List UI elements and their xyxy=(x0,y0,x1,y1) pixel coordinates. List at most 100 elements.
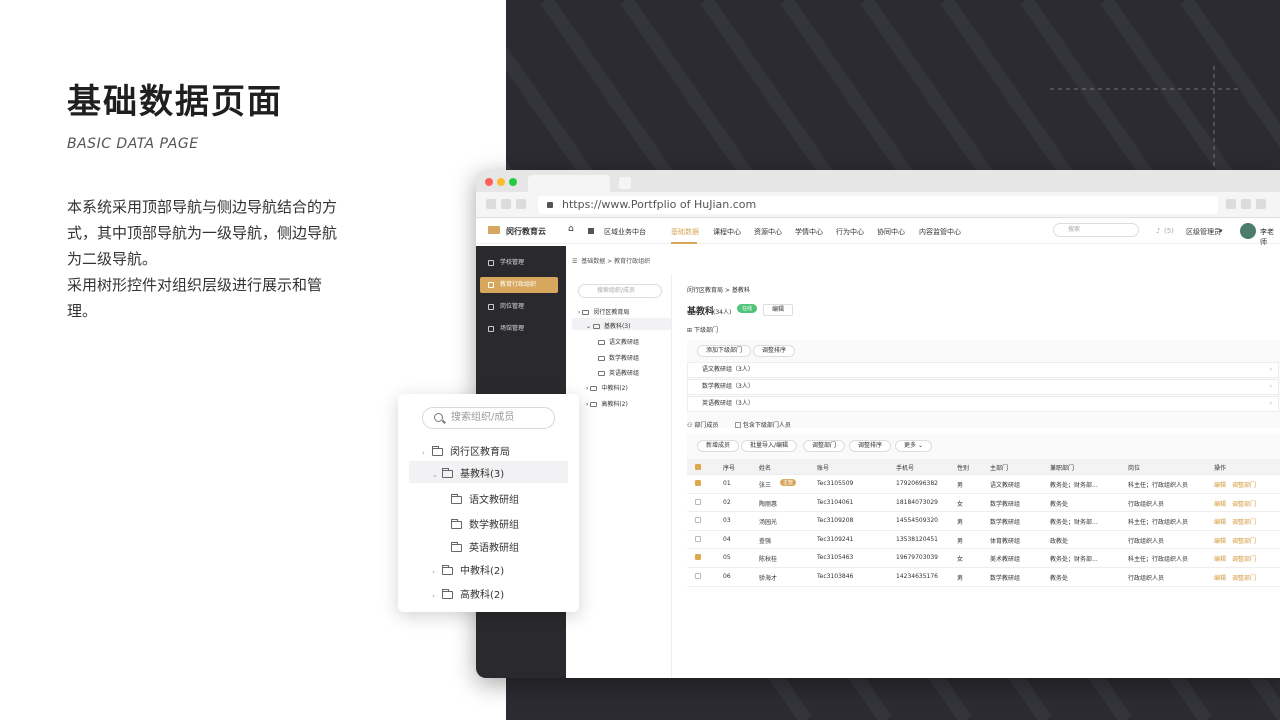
chevron-down-icon[interactable]: ▾ xyxy=(1219,227,1223,235)
sidebar-item-post[interactable]: 岗位管理 xyxy=(480,299,558,315)
edit-link[interactable]: 编辑 xyxy=(1214,573,1226,582)
nav-item-content[interactable]: 内容监管中心 xyxy=(919,227,961,237)
cell-sex: 女 xyxy=(957,500,964,508)
nav-item-learning[interactable]: 学情中心 xyxy=(795,227,823,237)
share-icon[interactable] xyxy=(1241,199,1251,209)
popup-node-chinese[interactable]: 语文教研组 xyxy=(451,491,519,506)
move-dept-button[interactable]: 调整部门 xyxy=(803,440,846,452)
popup-node-english[interactable]: 英语教研组 xyxy=(451,539,519,554)
address-bar[interactable]: https://www.Portfplio of HuJian.com xyxy=(538,196,1218,214)
role-selector[interactable]: 区级管理员 xyxy=(1186,227,1221,237)
cell-part: 教务处 xyxy=(1050,574,1069,582)
nav-item-resource[interactable]: 资源中心 xyxy=(754,227,782,237)
popup-node-zhongjiao[interactable]: › 中教科(2) xyxy=(432,562,504,577)
reload-icon[interactable] xyxy=(516,199,526,209)
folder-icon xyxy=(442,565,453,575)
back-icon[interactable] xyxy=(486,199,496,209)
extension-icon[interactable] xyxy=(1226,199,1236,209)
close-dot-icon[interactable] xyxy=(485,178,493,186)
nav-item-collab[interactable]: 协同中心 xyxy=(877,227,905,237)
adjust-dept-link[interactable]: 调整部门 xyxy=(1232,573,1256,582)
forward-icon[interactable] xyxy=(501,199,511,209)
cell-acct: Tec3103846 xyxy=(817,572,854,580)
table-row[interactable]: 01 张三 主管 Tec3105509 17920696382 男 语文教研组 教务处；财务部… xyxy=(687,475,1280,494)
user-name[interactable]: 李老师 xyxy=(1260,227,1280,247)
adjust-dept-link[interactable]: 调整部门 xyxy=(1232,517,1256,526)
row-checkbox[interactable] xyxy=(695,480,701,486)
more-button[interactable]: 更多 ⌄ xyxy=(895,440,932,452)
popup-node-math[interactable]: 数学教研组 xyxy=(451,516,519,531)
table-row[interactable]: 02 陶丽惠 Tec3104061 18184073029 女 数学教研组 教务处 行政组织人… xyxy=(687,494,1280,513)
include-sub-checkbox[interactable]: 包含下级部门人员 xyxy=(735,420,791,429)
table-row[interactable]: 05 陈秋桂 Tec3105463 19679703039 女 美术教研组 教务处；财务部.… xyxy=(687,549,1280,568)
minimize-dot-icon[interactable] xyxy=(497,178,505,186)
sub-dept-row[interactable]: 数学教研组（3人） › xyxy=(687,379,1279,395)
row-checkbox[interactable] xyxy=(695,517,701,524)
edit-link[interactable]: 编辑 xyxy=(1214,554,1226,563)
popup-node-gaojiao[interactable]: › 高教科(2) xyxy=(432,586,504,601)
tree-node-math[interactable]: 数学教研组 xyxy=(598,353,639,362)
table-row[interactable]: 06 骄海才 Tec3103846 14234635176 男 数学教研组 教务处 行政组织人… xyxy=(687,568,1280,587)
tree-node-jijiao[interactable]: ⌄ 基教科(3) xyxy=(586,321,630,330)
row-checkbox[interactable] xyxy=(695,535,701,542)
tree-node-district[interactable]: › 闵行区教育局 xyxy=(578,307,629,316)
sidebar-item-venue[interactable]: 场馆管理 xyxy=(480,321,558,337)
new-member-button[interactable]: 新增成员 xyxy=(697,440,740,452)
popup-node-district[interactable]: › 闵行区教育局 xyxy=(422,443,510,458)
cell-phone: 14234635176 xyxy=(896,572,938,580)
table-row[interactable]: 04 查强 Tec3109241 13538120451 男 体育教研组 政教处 行政组织人员… xyxy=(687,531,1280,550)
sidebar-item-school[interactable]: 学校管理 xyxy=(480,255,558,271)
nav-item-course[interactable]: 课程中心 xyxy=(713,227,741,237)
sub-dept-row[interactable]: 语文教研组（3人） › xyxy=(687,362,1279,378)
breadcrumb-menu-icon[interactable]: ☰ xyxy=(572,258,577,265)
path-item: 基教科 xyxy=(731,287,750,294)
cell-post: 行政组织人员 xyxy=(1128,537,1165,545)
edit-link[interactable]: 编辑 xyxy=(1214,480,1226,489)
row-checkbox[interactable] xyxy=(695,572,701,579)
popup-node-jijiao[interactable]: ⌄ 基教科(3) xyxy=(432,465,504,480)
top-search-input[interactable]: 搜索 xyxy=(1053,223,1139,237)
adjust-dept-link[interactable]: 调整部门 xyxy=(1232,499,1256,508)
browser-tab[interactable] xyxy=(528,175,610,192)
tree-node-gaojiao[interactable]: › 高教科(2) xyxy=(586,399,628,408)
new-tab-button[interactable] xyxy=(619,177,631,189)
region-label[interactable]: 区域业务中台 xyxy=(604,227,646,237)
row-checkbox[interactable] xyxy=(695,554,701,561)
sort-button[interactable]: 调整排序 xyxy=(753,345,796,357)
adjust-dept-link[interactable]: 调整部门 xyxy=(1232,536,1256,545)
edit-link[interactable]: 编辑 xyxy=(1214,536,1226,545)
table-row[interactable]: 03 汤园光 Tec3109208 14554509320 男 数学教研组 教务处；财务部.… xyxy=(687,512,1280,531)
edit-dept-button[interactable]: 编辑 xyxy=(763,304,794,316)
adjust-dept-link[interactable]: 调整部门 xyxy=(1232,480,1256,489)
bell-icon[interactable]: ♪ xyxy=(1156,227,1160,235)
cell-sex: 男 xyxy=(957,537,964,545)
nav-item-behavior[interactable]: 行为中心 xyxy=(836,227,864,237)
tree-node-english[interactable]: 英语教研组 xyxy=(598,368,639,377)
breadcrumb-item[interactable]: 基础数据 xyxy=(581,258,605,265)
sub-dept-row[interactable]: 英语教研组（3人） › xyxy=(687,396,1279,412)
tree-search-input[interactable]: 搜索组织/成员 xyxy=(578,284,662,298)
description-line-1: 本系统采用顶部导航与侧边导航结合的方式，其中顶部导航为一级导航，侧边导航为二级导… xyxy=(67,198,338,268)
nav-item-basic-data[interactable]: 基础数据 xyxy=(671,227,699,237)
popup-search-input[interactable]: 搜索组织/成员 xyxy=(422,407,555,429)
tree-node-zhongjiao[interactable]: › 中教科(2) xyxy=(586,383,628,392)
folder-icon xyxy=(598,371,605,376)
add-sub-dept-button[interactable]: 添加下级部门 xyxy=(697,345,752,357)
sidebar-item-edu-org[interactable]: 教育行政组织 xyxy=(480,277,558,293)
maximize-dot-icon[interactable] xyxy=(509,178,517,186)
row-checkbox[interactable] xyxy=(695,498,701,505)
cell-no: 04 xyxy=(723,535,731,543)
path-item[interactable]: 闵行区教育局 xyxy=(687,287,723,294)
sort-members-button[interactable]: 调整排序 xyxy=(849,440,892,452)
avatar[interactable] xyxy=(1240,223,1256,239)
edit-link[interactable]: 编辑 xyxy=(1214,499,1226,508)
edit-link[interactable]: 编辑 xyxy=(1214,517,1226,526)
tree-node-chinese[interactable]: 语文教研组 xyxy=(598,337,639,346)
select-all-checkbox[interactable] xyxy=(695,464,701,470)
adjust-dept-link[interactable]: 调整部门 xyxy=(1232,554,1256,563)
header-cell: 岗位 xyxy=(1128,465,1141,472)
home-icon[interactable]: ⌂ xyxy=(568,224,574,234)
batch-import-button[interactable]: 批量导入/编辑 xyxy=(741,440,798,452)
cell-name: 张三 xyxy=(759,482,772,489)
menu-icon[interactable] xyxy=(1256,199,1266,209)
